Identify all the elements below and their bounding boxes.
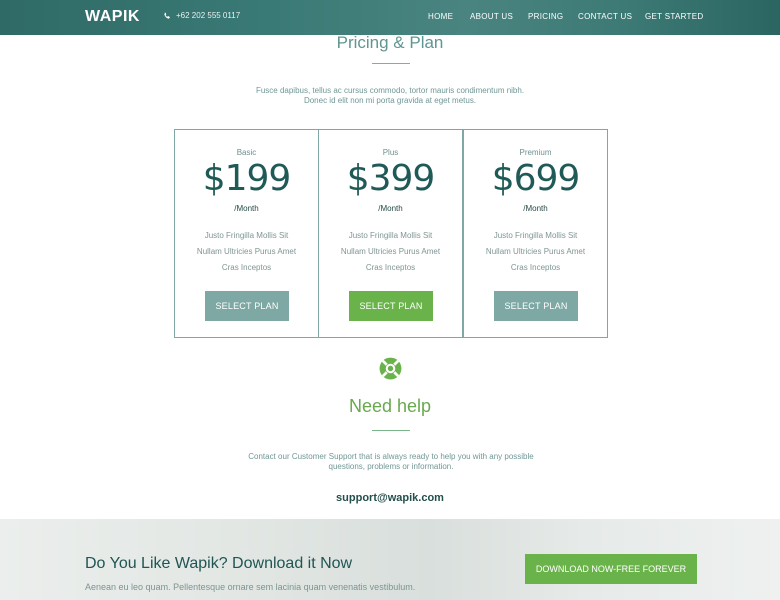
plan-card-plus: Plus $399 /Month Justo Fringilla Mollis … — [318, 129, 463, 338]
pricing-intro-line-2: Donec id elit non mi porta gravida at eg… — [303, 96, 477, 105]
plan-feature: Cras Inceptos — [221, 263, 272, 272]
lifebuoy-icon — [379, 357, 402, 380]
pricing-intro-line-1: Fusce dapibus, tellus ac cursus commodo,… — [255, 86, 525, 95]
plan-feature: Justo Fringilla Mollis Sit — [348, 231, 433, 240]
help-description: Contact our Customer Support that is alw… — [235, 452, 547, 472]
help-description-line-2: questions, problems or information. — [328, 462, 454, 471]
download-button[interactable]: DOWNLOAD NOW-FREE FOREVER — [525, 554, 697, 584]
plan-price: $699 — [491, 158, 581, 199]
main-nav: HOME ABOUT US PRICING CONTACT US GET STA… — [0, 12, 780, 24]
plan-feature: Cras Inceptos — [365, 263, 416, 272]
select-plan-premium-button[interactable]: SELECT PLAN — [494, 291, 578, 321]
plan-period: /Month — [523, 204, 548, 213]
plan-feature: Cras Inceptos — [510, 263, 561, 272]
top-navigation-bar: WAPIK +62 202 555 0117 HOME ABOUT US PRI… — [0, 0, 780, 35]
plan-card-basic: Basic $199 /Month Justo Fringilla Mollis… — [174, 129, 319, 338]
plan-feature: Justo Fringilla Mollis Sit — [493, 231, 578, 240]
pricing-intro: Fusce dapibus, tellus ac cursus commodo,… — [240, 86, 540, 106]
nav-pricing[interactable]: PRICING — [528, 12, 563, 21]
plan-name: Premium — [519, 148, 552, 157]
plan-period: /Month — [378, 204, 403, 213]
plan-feature: Nullam Ultricies Purus Amet — [196, 247, 297, 256]
plan-period: /Month — [234, 204, 259, 213]
banner-title: Do You Like Wapik? Download it Now — [85, 555, 353, 572]
plan-name: Plus — [382, 148, 399, 157]
plan-price: $399 — [346, 158, 436, 199]
help-title: Need help — [348, 396, 432, 416]
plan-feature: Justo Fringilla Mollis Sit — [204, 231, 289, 240]
banner-subtitle: Aenean eu leo quam. Pellentesque ornare … — [85, 582, 416, 592]
plan-name: Basic — [236, 148, 257, 157]
pricing-plans: Basic $199 /Month Justo Fringilla Mollis… — [174, 129, 608, 338]
nav-home[interactable]: HOME — [428, 12, 453, 21]
pricing-title: Pricing & Plan — [336, 33, 444, 52]
plan-feature: Nullam Ultricies Purus Amet — [340, 247, 441, 256]
nav-contact-us[interactable]: CONTACT US — [578, 12, 632, 21]
select-plan-plus-button[interactable]: SELECT PLAN — [349, 291, 433, 321]
plan-feature: Nullam Ultricies Purus Amet — [485, 247, 586, 256]
plan-card-premium: Premium $699 /Month Justo Fringilla Moll… — [463, 129, 608, 338]
download-banner: Do You Like Wapik? Download it Now Aenea… — [0, 519, 780, 600]
help-description-line-1: Contact our Customer Support that is alw… — [248, 452, 534, 461]
pricing-title-divider — [372, 63, 410, 64]
nav-get-started[interactable]: GET STARTED — [645, 12, 703, 21]
support-email-link[interactable]: support@wapik.com — [0, 492, 780, 504]
plan-price: $199 — [202, 158, 292, 199]
help-title-divider — [372, 430, 410, 431]
select-plan-basic-button[interactable]: SELECT PLAN — [205, 291, 289, 321]
nav-about-us[interactable]: ABOUT US — [470, 12, 513, 21]
